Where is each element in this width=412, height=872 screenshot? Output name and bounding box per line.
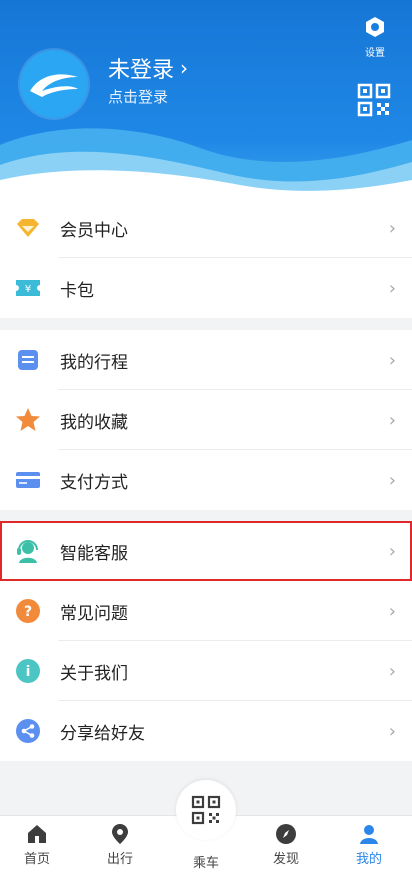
menu-item-share-with-friends[interactable]: 分享给好友 › [0,701,412,761]
tab-ride[interactable]: 乘车 [166,850,246,871]
menu-item-label: 关于我们 [60,663,128,684]
chevron-right-icon: › [388,660,396,682]
menu-item-label: 智能客服 [60,543,128,564]
menu-item-label: 常见问题 [60,603,128,624]
menu-item-label: 支付方式 [60,472,128,493]
menu-item-label: 分享给好友 [60,723,145,744]
chevron-right-icon: › [388,217,396,239]
tab-label: 首页 [23,852,50,867]
qr-code-icon [191,795,221,825]
menu-group-membership: 会员中心 › ¥ 卡包 › [0,198,412,318]
menu-item-label: 卡包 [60,280,94,301]
login-status-link[interactable]: 未登录 › [108,52,188,84]
profile-header: 未登录 › 点击登录 设置 [0,0,412,200]
home-icon [28,825,46,843]
my-qr-code-button[interactable] [357,83,391,117]
itinerary-icon [14,346,42,374]
tab-mine[interactable]: 我的 [329,822,409,867]
menu-item-my-trips[interactable]: 我的行程 › [0,330,412,390]
avatar[interactable] [20,50,88,118]
info-icon: i [14,657,42,685]
tab-discover[interactable]: 发现 [246,822,326,867]
user-icon [360,825,378,844]
compass-icon [276,824,296,844]
qr-code-icon [357,83,391,117]
menu-item-label: 我的行程 [60,352,128,373]
menu-group-trips: 我的行程 › 我的收藏 › 支付方式 › [0,330,412,510]
tab-label: 出行 [106,852,133,867]
menu-item-my-favorites[interactable]: 我的收藏 › [0,390,412,450]
svg-text:¥: ¥ [25,284,31,295]
menu-item-smart-customer-service[interactable]: 智能客服 › [0,521,412,581]
diamond-icon [14,214,42,242]
card-icon [14,466,42,494]
settings-label: 设置 [365,48,385,59]
login-hint-text[interactable]: 点击登录 [108,86,168,107]
chevron-right-icon: › [388,409,396,431]
ride-qr-scan-button[interactable] [176,780,236,840]
menu-item-card-wallet[interactable]: ¥ 卡包 › [0,258,412,318]
header-wave-decoration [0,128,412,200]
tab-label: 发现 [272,852,299,867]
svg-text:?: ? [24,604,32,620]
brand-logo-icon [30,74,78,97]
menu-item-faq[interactable]: ? 常见问题 › [0,581,412,641]
settings-hexagon-icon [366,17,384,37]
menu-item-label: 会员中心 [60,220,128,241]
chevron-right-icon: › [388,277,396,299]
menu-item-payment-methods[interactable]: 支付方式 › [0,450,412,510]
chevron-right-icon: › [180,56,189,80]
tab-label: 乘车 [192,856,219,871]
menu-item-member-center[interactable]: 会员中心 › [0,198,412,258]
menu-item-about-us[interactable]: i 关于我们 › [0,641,412,701]
chevron-right-icon: › [388,540,396,562]
location-icon [112,824,128,844]
chevron-right-icon: › [388,469,396,491]
question-icon: ? [14,597,42,625]
chevron-right-icon: › [388,600,396,622]
tab-label: 我的 [355,852,382,867]
tab-home[interactable]: 首页 [0,822,77,867]
tab-travel[interactable]: 出行 [80,822,160,867]
headset-icon [14,537,42,565]
menu-item-label: 我的收藏 [60,412,128,433]
svg-text:i: i [26,664,31,680]
menu-group-support: 智能客服 › ? 常见问题 › i 关于我们 › 分享给好友 › [0,521,412,761]
settings-button[interactable]: 设置 [359,16,391,59]
share-icon [14,717,42,745]
chevron-right-icon: › [388,349,396,371]
star-icon [14,406,42,434]
login-status-text: 未登录 [108,58,175,83]
chevron-right-icon: › [388,720,396,742]
ticket-icon: ¥ [14,274,42,302]
